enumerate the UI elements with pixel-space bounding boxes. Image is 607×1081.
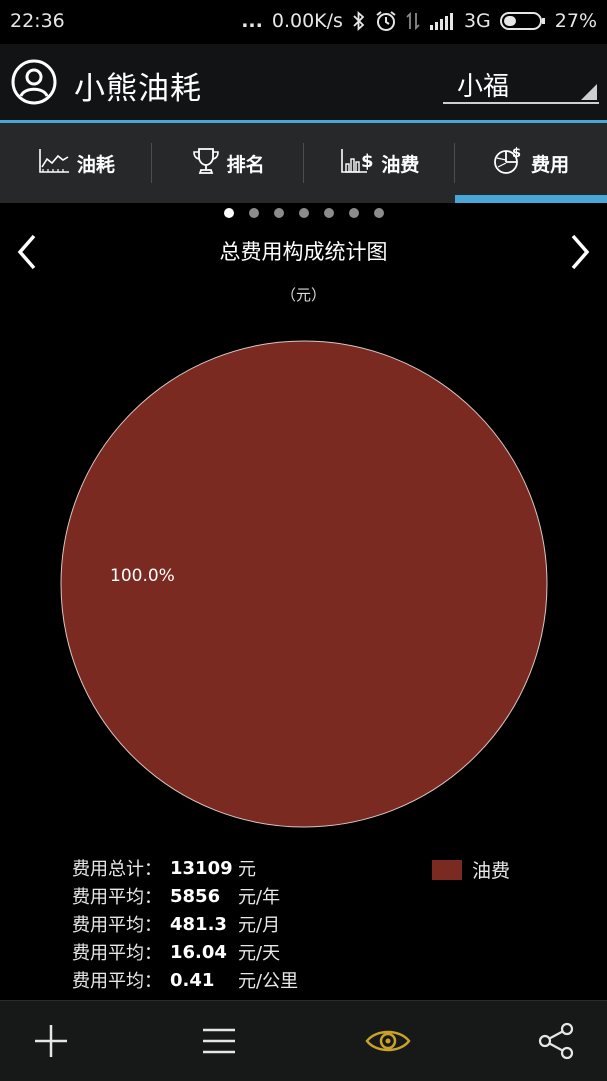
signal-icon bbox=[429, 11, 455, 31]
plus-icon bbox=[35, 1025, 67, 1057]
page-dot[interactable] bbox=[323, 208, 334, 218]
tab-ranking[interactable]: 排名 bbox=[152, 123, 304, 203]
stat-per-year: 费用平均： 5856 元/年 bbox=[72, 882, 298, 910]
stat-value: 13109 bbox=[170, 857, 233, 879]
tab-fuel-consumption-label: 油耗 bbox=[76, 153, 115, 176]
status-dots: ... bbox=[241, 10, 263, 32]
tab-expenses-label: 费用 bbox=[531, 153, 570, 176]
active-tab-indicator bbox=[455, 195, 607, 203]
page-dot[interactable] bbox=[223, 208, 234, 218]
tab-fuel-cost-label: 油费 bbox=[381, 153, 420, 176]
user-avatar-icon[interactable] bbox=[10, 58, 58, 106]
stat-per-month: 费用平均： 481.3 元/月 bbox=[72, 910, 298, 938]
stat-per-day: 费用平均： 16.04 元/天 bbox=[72, 938, 298, 966]
menu-icon bbox=[203, 1028, 235, 1054]
chart-unit: （元） bbox=[280, 286, 326, 304]
trophy-icon bbox=[191, 146, 221, 181]
eye-icon bbox=[365, 1030, 411, 1052]
stat-per-km: 费用平均： 0.41 元/公里 bbox=[72, 966, 298, 994]
vehicle-selector-value: 小福 bbox=[457, 72, 510, 102]
status-bar: 22:36 ... 0.00K/s 3G 27% bbox=[0, 0, 607, 44]
page-dot[interactable] bbox=[248, 208, 259, 218]
stat-value: 16.04 bbox=[170, 941, 227, 963]
stat-value: 5856 bbox=[170, 885, 221, 907]
tab-bar: 油耗 排名 $ 油费 $ 费用 bbox=[0, 123, 607, 203]
tab-fuel-cost[interactable]: $ 油费 bbox=[304, 123, 456, 203]
tab-expenses[interactable]: $ 费用 bbox=[455, 123, 607, 203]
status-time: 22:36 bbox=[10, 10, 65, 32]
legend-label: 油费 bbox=[472, 860, 511, 882]
chart-legend: 油费 bbox=[432, 856, 510, 883]
net-speed: 0.00K/s bbox=[271, 10, 343, 32]
stat-key: 费用平均： bbox=[72, 887, 162, 908]
stat-value: 0.41 bbox=[170, 969, 215, 991]
battery-icon bbox=[499, 11, 546, 31]
stat-key: 费用平均： bbox=[72, 943, 162, 964]
vehicle-selector[interactable]: 小福 bbox=[443, 60, 599, 104]
stat-key: 费用平均： bbox=[72, 971, 162, 992]
stat-unit: 元/月 bbox=[238, 915, 281, 936]
svg-text:$: $ bbox=[512, 146, 521, 161]
share-icon bbox=[538, 1022, 574, 1060]
chart-title: 总费用构成统计图 bbox=[219, 240, 388, 264]
bottom-toolbar bbox=[0, 1000, 607, 1081]
add-button[interactable] bbox=[31, 1021, 71, 1061]
stat-key: 费用总计： bbox=[72, 859, 162, 880]
network-type: 3G bbox=[463, 10, 491, 32]
stat-key: 费用平均： bbox=[72, 915, 162, 936]
bluetooth-icon bbox=[352, 11, 366, 31]
stat-unit: 元/公里 bbox=[238, 971, 299, 992]
share-button[interactable] bbox=[537, 1021, 577, 1061]
alarm-icon bbox=[375, 10, 397, 32]
app-bar: 小熊油耗 小福 bbox=[0, 44, 607, 120]
tab-fuel-consumption[interactable]: 油耗 bbox=[0, 123, 152, 203]
battery-percent: 27% bbox=[554, 10, 597, 32]
app-title: 小熊油耗 bbox=[74, 71, 202, 107]
page-dot[interactable] bbox=[373, 208, 384, 218]
view-button[interactable] bbox=[364, 1021, 412, 1061]
bar-dollar-icon: $ bbox=[339, 147, 375, 180]
stat-total: 费用总计： 13109 元 bbox=[72, 854, 298, 882]
stat-unit: 元 bbox=[238, 859, 256, 880]
legend-swatch bbox=[432, 859, 462, 880]
pie-dollar-icon: $ bbox=[493, 146, 525, 181]
pie-slice-label: 100.0% bbox=[110, 566, 175, 586]
tab-ranking-label: 排名 bbox=[226, 153, 265, 176]
stat-value: 481.3 bbox=[170, 913, 227, 935]
line-chart-icon bbox=[37, 147, 71, 180]
dropdown-corner-icon bbox=[581, 84, 597, 100]
page-dot[interactable] bbox=[348, 208, 359, 218]
page-indicator bbox=[0, 208, 607, 220]
status-right: ... 0.00K/s 3G 27% bbox=[241, 10, 597, 32]
page-dot[interactable] bbox=[298, 208, 309, 218]
stat-unit: 元/天 bbox=[238, 943, 281, 964]
expense-stats: 费用总计： 13109 元 费用平均： 5856 元/年 费用平均： 481.3… bbox=[72, 854, 298, 994]
stat-unit: 元/年 bbox=[238, 887, 281, 908]
svg-text:$: $ bbox=[361, 151, 374, 172]
page-dot[interactable] bbox=[273, 208, 284, 218]
menu-button[interactable] bbox=[199, 1021, 239, 1061]
data-transfer-icon bbox=[406, 11, 420, 31]
